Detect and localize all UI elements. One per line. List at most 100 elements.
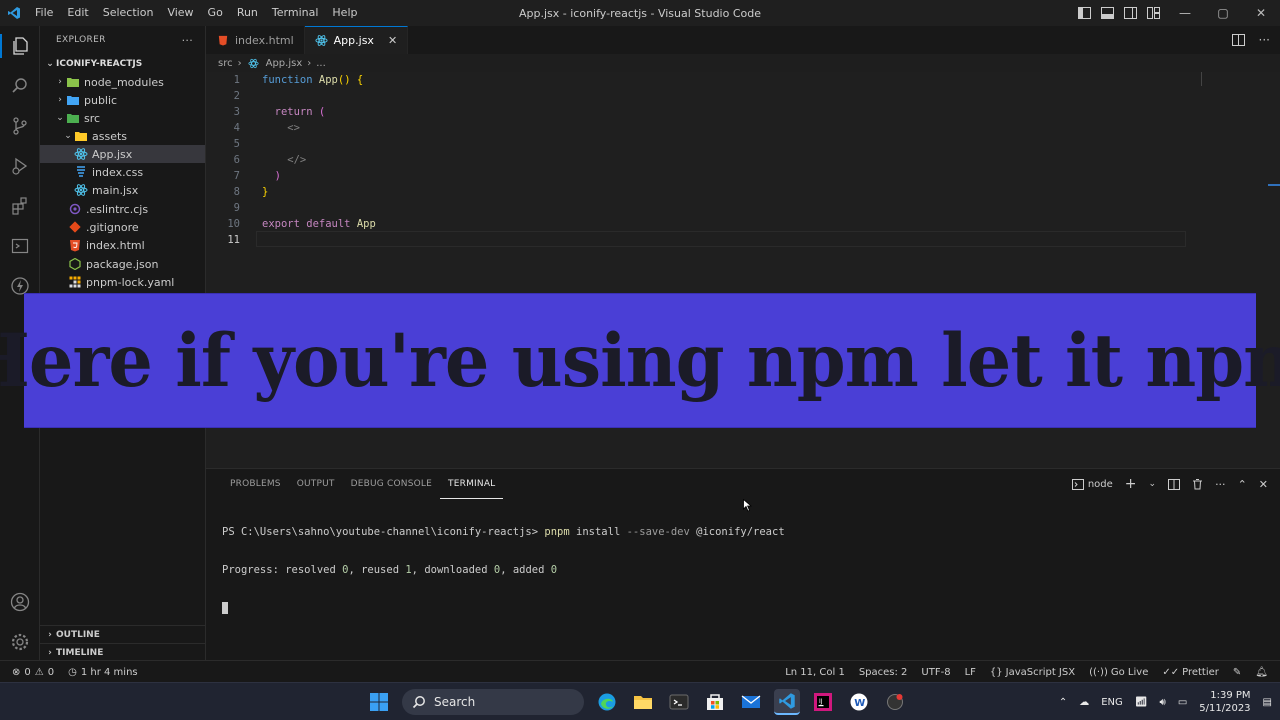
vscode-taskbar-icon[interactable] [774,689,800,715]
show-hidden-icons-chevron-icon[interactable]: ⌃ [1059,697,1067,708]
split-terminal-icon[interactable] [1168,478,1181,490]
breadcrumb-symbol[interactable]: ... [316,58,326,69]
run-debug-icon[interactable] [8,154,32,178]
accounts-icon[interactable] [8,590,32,614]
new-terminal-button[interactable]: + [1125,476,1137,492]
tree-item-main-jsx[interactable]: main.jsx [40,181,205,199]
menu-file[interactable]: File [28,0,60,26]
explorer-more-button[interactable]: ··· [182,34,193,47]
trash-icon[interactable] [1192,478,1203,490]
line-number: 1 [233,74,240,86]
outline-section[interactable]: › OUTLINE [40,625,206,643]
more-actions-button[interactable]: ··· [1259,33,1270,47]
menu-selection[interactable]: Selection [96,0,161,26]
minimap[interactable] [1192,72,1202,86]
timeline-section[interactable]: › TIMELINE [40,643,206,661]
notification-center-icon[interactable]: ▤ [1263,697,1272,708]
edge-browser-icon[interactable] [594,689,620,715]
broadcast-icon: ((·)) [1089,666,1108,678]
tab-index-html[interactable]: index.html [206,26,305,54]
tab-output[interactable]: OUTPUT [289,469,343,499]
cursor-position[interactable]: Ln 11, Col 1 [785,667,845,678]
menu-view[interactable]: View [160,0,200,26]
end-of-line[interactable]: LF [965,667,976,678]
toggle-panel-icon[interactable] [1101,7,1114,19]
code-token: return [262,106,319,118]
toggle-secondary-sidebar-icon[interactable] [1124,7,1137,19]
tree-item-package-json[interactable]: package.json [40,255,205,273]
breadcrumb-src[interactable]: src [218,58,233,69]
tree-item-app-jsx[interactable]: App.jsx [40,145,205,163]
close-panel-icon[interactable]: ✕ [1259,478,1268,491]
more-actions-button[interactable]: ··· [1215,478,1226,491]
tab-problems[interactable]: PROBLEMS [222,469,289,499]
windows-start-icon[interactable] [366,689,392,715]
language-mode[interactable]: {} JavaScript JSX [990,667,1075,678]
wifi-icon[interactable]: 📶︎ [1135,697,1148,708]
intellij-icon[interactable]: IJ [810,689,836,715]
volume-icon[interactable]: 🔊︎ [1160,697,1166,708]
battery-icon[interactable]: ▭ [1178,697,1187,708]
prettier-status[interactable]: ✓✓ Prettier [1162,667,1219,678]
feedback-icon[interactable]: ✎ [1233,667,1241,678]
word-icon[interactable]: W [846,689,872,715]
tab-terminal[interactable]: TERMINAL [440,470,504,499]
workspace-folder[interactable]: ⌄ ICONIFY-REACTJS [40,55,205,73]
tree-item-public[interactable]: › public [40,91,205,109]
file-explorer-icon[interactable] [630,689,656,715]
tab-debug-console[interactable]: DEBUG CONSOLE [343,469,440,499]
code-text: <> [262,122,300,134]
tab-app-jsx[interactable]: App.jsx ✕ [304,26,409,54]
tree-item-pnpm-lock[interactable]: pnpm-lock.yaml [40,273,205,291]
toggle-primary-sidebar-icon[interactable] [1078,7,1091,19]
keyboard-language[interactable]: ENG [1101,697,1123,708]
mouse-cursor-icon [743,499,752,512]
taskbar-search[interactable]: Search [402,689,584,715]
minimize-button[interactable]: — [1166,0,1204,26]
tree-item-label: public [84,93,118,107]
terminal-output[interactable]: PS C:\Users\sahno\youtube-channel\iconif… [222,501,785,639]
menu-go[interactable]: Go [201,0,230,26]
extensions-icon[interactable] [8,194,32,218]
tree-item-src[interactable]: ⌄ src [40,109,205,127]
encoding[interactable]: UTF-8 [921,667,950,678]
microsoft-store-icon[interactable] [702,689,728,715]
menu-terminal[interactable]: Terminal [265,0,326,26]
close-window-button[interactable]: ✕ [1242,0,1280,26]
menu-run[interactable]: Run [230,0,265,26]
scrollbar-marker[interactable] [1268,184,1280,186]
tree-item-label: node_modules [84,75,164,89]
time-tracker[interactable]: ◷ 1 hr 4 mins [68,667,138,678]
split-editor-icon[interactable] [1231,34,1245,46]
obs-recorder-icon[interactable] [882,689,908,715]
maximize-panel-icon[interactable]: ⌃ [1238,478,1247,491]
search-icon[interactable] [8,74,32,98]
terminal-line: PS C:\Users\sahno\youtube-channel\iconif… [222,525,785,539]
windows-terminal-icon[interactable] [666,689,692,715]
tree-item-gitignore[interactable]: .gitignore [40,218,205,236]
tree-item-node-modules[interactable]: › node_modules [40,73,205,91]
problems-status[interactable]: ⊗ 0 ⚠ 0 [12,667,54,678]
close-tab-icon[interactable]: ✕ [388,34,397,47]
explorer-icon[interactable] [0,34,40,58]
launch-profile-chevron-icon[interactable]: ⌄ [1149,479,1157,489]
mail-icon[interactable] [738,689,764,715]
breadcrumb-file[interactable]: App.jsx [266,58,303,69]
system-clock[interactable]: 1:39 PM 5/11/2023 [1199,689,1250,715]
tree-item-eslintrc[interactable]: .eslintrc.cjs [40,200,205,218]
tree-item-index-css[interactable]: index.css [40,163,205,181]
tree-item-index-html[interactable]: index.html [40,236,205,254]
tree-item-assets[interactable]: ⌄ assets [40,127,205,145]
menu-edit[interactable]: Edit [60,0,95,26]
remote-explorer-icon[interactable] [8,234,32,258]
indentation[interactable]: Spaces: 2 [859,667,908,678]
onedrive-cloud-icon[interactable]: ☁ [1079,697,1089,708]
menu-help[interactable]: Help [325,0,364,26]
settings-gear-icon[interactable] [8,630,32,654]
notifications-bell-icon[interactable]: 🔔︎ [1255,667,1268,678]
terminal-shell-selector[interactable]: node [1071,478,1113,490]
source-control-icon[interactable] [8,114,32,138]
maximize-button[interactable]: ▢ [1204,0,1242,26]
go-live-button[interactable]: ((·)) Go Live [1089,667,1148,678]
customize-layout-icon[interactable] [1147,7,1160,19]
